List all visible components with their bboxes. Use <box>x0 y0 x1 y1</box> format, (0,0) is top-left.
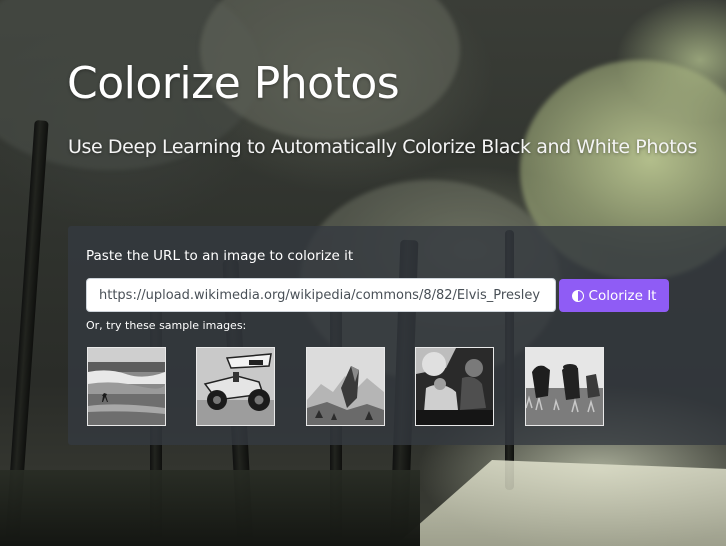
url-input[interactable] <box>86 278 556 312</box>
sample-image-rocky-mountain[interactable] <box>306 347 385 426</box>
sample-image-sprint-car[interactable] <box>196 347 275 426</box>
sample-image-bird-on-beach[interactable] <box>87 347 166 426</box>
page-subtitle: Use Deep Learning to Automatically Color… <box>68 136 698 158</box>
page-title: Colorize Photos <box>67 58 400 109</box>
sample-image-people-sitting[interactable] <box>415 347 494 426</box>
samples-label: Or, try these sample images: <box>86 319 247 332</box>
colorize-button[interactable]: Colorize It <box>559 279 669 312</box>
colorize-button-label: Colorize It <box>588 287 657 304</box>
url-label: Paste the URL to an image to colorize it <box>86 248 354 264</box>
half-circle-icon <box>571 289 584 302</box>
sample-image-cows-in-field[interactable] <box>525 347 604 426</box>
colorize-panel: Paste the URL to an image to colorize it… <box>68 226 726 445</box>
